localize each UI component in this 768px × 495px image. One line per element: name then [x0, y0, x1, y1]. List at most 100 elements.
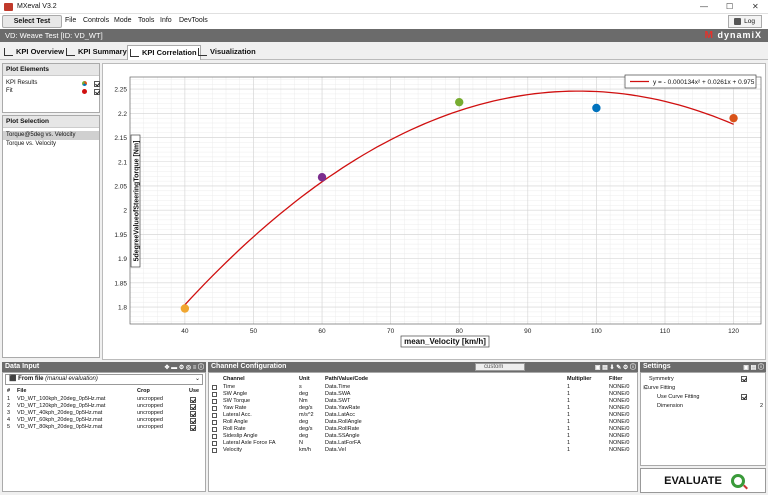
channel-filter[interactable]: NONE/0: [609, 426, 629, 433]
settings-row[interactable]: ⊟ Curve Fitting: [641, 384, 765, 393]
tab-kpi-correlation[interactable]: KPI Correlation: [127, 45, 201, 60]
table-row[interactable]: Lateral Acc. m/s^2 Data.LatAcc 1 NONE/0: [209, 412, 637, 419]
channel-path[interactable]: Data.LatAcc: [325, 412, 355, 419]
channel-path[interactable]: Data.Time: [325, 384, 350, 391]
channel-filter[interactable]: NONE/0: [609, 384, 629, 391]
download-icon[interactable]: ⬇: [610, 365, 615, 371]
info-icon[interactable]: ⓘ: [198, 365, 204, 371]
settings-row[interactable]: Use Curve Fitting: [641, 393, 765, 402]
channel-multiplier[interactable]: 1: [567, 405, 570, 412]
channel-multiplier[interactable]: 1: [567, 440, 570, 447]
expand-icon[interactable]: [212, 405, 217, 411]
expand-icon[interactable]: [212, 433, 217, 439]
channel-filter[interactable]: NONE/0: [609, 447, 629, 454]
close-icon[interactable]: ✕: [752, 2, 759, 11]
channel-multiplier[interactable]: 1: [567, 412, 570, 419]
channel-path[interactable]: Data.Vel: [325, 447, 346, 454]
table-row[interactable]: SW Angle deg Data.SWA 1 NONE/0: [209, 391, 637, 398]
menu-info[interactable]: Info: [160, 17, 172, 24]
channel-multiplier[interactable]: 1: [567, 384, 570, 391]
table-row[interactable]: Time s Data.Time 1 NONE/0: [209, 384, 637, 391]
menu-controls[interactable]: Controls: [83, 17, 109, 24]
use-checkbox[interactable]: [190, 410, 196, 417]
channel-multiplier[interactable]: 1: [567, 426, 570, 433]
channel-path[interactable]: Data.LatForFA: [325, 440, 361, 447]
table-row[interactable]: Yaw Rate deg/s Data.YawRate 1 NONE/0: [209, 405, 637, 412]
plot-selection-item[interactable]: Torque vs. Velocity: [3, 140, 99, 149]
channel-filter[interactable]: NONE/0: [609, 412, 629, 419]
channel-filter[interactable]: NONE/0: [609, 391, 629, 398]
channel-filter[interactable]: NONE/0: [609, 433, 629, 440]
maximize-icon[interactable]: ☐: [726, 2, 733, 11]
data-point[interactable]: [317, 173, 327, 182]
expand-icon[interactable]: [212, 426, 217, 432]
menu-devtools[interactable]: DevTools: [179, 17, 208, 24]
data-point[interactable]: [592, 103, 601, 113]
setting-value[interactable]: 2: [760, 402, 763, 411]
expand-icon[interactable]: [212, 384, 217, 390]
save-icon[interactable]: ▣: [595, 365, 601, 371]
settings-row[interactable]: Symmetry: [641, 375, 765, 384]
data-point[interactable]: [455, 97, 464, 107]
table-row[interactable]: 3 VD_WT_40kph_20deg_0p5Hz.mat uncropped: [3, 410, 205, 417]
tab-kpi-summary[interactable]: KPI Summary: [64, 45, 130, 60]
menu-file[interactable]: File: [65, 17, 76, 24]
table-row[interactable]: 5 VD_WT_80kph_20deg_0p5Hz.mat uncropped: [3, 424, 205, 431]
table-row[interactable]: Roll Angle deg Data.RollAngle 1 NONE/0: [209, 419, 637, 426]
setting-checkbox[interactable]: [741, 376, 747, 382]
expand-icon[interactable]: [212, 419, 217, 425]
table-row[interactable]: Lateral Axle Force FA N Data.LatForFA 1 NONE…: [209, 440, 637, 447]
edit-icon[interactable]: ✎: [616, 365, 621, 371]
settings-icon[interactable]: ⚙: [623, 365, 628, 371]
folder-icon[interactable]: ▬: [171, 365, 177, 371]
use-checkbox[interactable]: [190, 403, 196, 410]
expand-icon[interactable]: [212, 447, 217, 453]
data-point[interactable]: [180, 304, 190, 313]
expand-icon[interactable]: [212, 398, 217, 404]
table-row[interactable]: SW Torque Nm Data.SWT 1 NONE/0: [209, 398, 637, 405]
info-icon[interactable]: ⓘ: [630, 365, 636, 371]
crosshair-icon[interactable]: ✥: [164, 365, 169, 371]
channel-multiplier[interactable]: 1: [567, 419, 570, 426]
setting-checkbox[interactable]: [741, 394, 747, 400]
select-test-button[interactable]: Select Test: [2, 15, 62, 28]
use-checkbox[interactable]: [190, 424, 196, 431]
table-row[interactable]: Roll Rate deg/s Data.RollRate 1 NONE/0: [209, 426, 637, 433]
use-checkbox[interactable]: [190, 417, 196, 424]
tab-kpi-overview[interactable]: KPI Overview: [2, 45, 67, 60]
evaluate-button[interactable]: EVALUATE: [640, 468, 766, 493]
open-icon[interactable]: ▤: [602, 365, 608, 371]
target-icon[interactable]: ◎: [186, 365, 191, 371]
gear-icon[interactable]: ⚙: [179, 365, 184, 371]
data-point[interactable]: [729, 113, 738, 123]
channel-path[interactable]: Data.SWA: [325, 391, 350, 398]
table-row[interactable]: 4 VD_WT_60kph_20deg_0p5Hz.mat uncropped: [3, 417, 205, 424]
minimize-icon[interactable]: —: [700, 2, 708, 11]
use-checkbox[interactable]: [190, 396, 196, 403]
expand-icon[interactable]: [212, 440, 217, 446]
plot-selection-item[interactable]: Torque@5deg vs. Velocity: [3, 131, 99, 140]
settings-row[interactable]: Dimension 2: [641, 402, 765, 411]
channel-multiplier[interactable]: 1: [567, 447, 570, 454]
source-select[interactable]: ⬛ From file (manual evaluation) ⌄: [5, 374, 203, 385]
table-row[interactable]: 2 VD_WT_120kph_20deg_0p5Hz.mat uncropped: [3, 403, 205, 410]
table-row[interactable]: Sideslip Angle deg Data.SSAngle 1 NONE/0: [209, 433, 637, 440]
log-button[interactable]: Log: [728, 15, 762, 28]
channel-filter[interactable]: NONE/0: [609, 419, 629, 426]
expand-icon[interactable]: [212, 391, 217, 397]
channel-path[interactable]: Data.YawRate: [325, 405, 360, 412]
table-row[interactable]: Velocity km/h Data.Vel 1 NONE/0: [209, 447, 637, 454]
info-icon[interactable]: ⓘ: [758, 365, 764, 371]
channel-multiplier[interactable]: 1: [567, 391, 570, 398]
table-row[interactable]: 1 VD_WT_100kph_20deg_0p5Hz.mat uncropped: [3, 396, 205, 403]
channel-path[interactable]: Data.SSAngle: [325, 433, 360, 440]
save-icon[interactable]: ▣: [743, 365, 749, 371]
list-icon[interactable]: ≡: [193, 365, 197, 371]
fit-checkbox[interactable]: [94, 89, 100, 95]
channel-filter[interactable]: NONE/0: [609, 440, 629, 447]
tab-visualization[interactable]: Visualization: [196, 45, 259, 60]
open-icon[interactable]: ▤: [751, 365, 757, 371]
channel-filter[interactable]: NONE/0: [609, 398, 629, 405]
menu-mode[interactable]: Mode: [114, 17, 132, 24]
channel-path[interactable]: Data.RollRate: [325, 426, 359, 433]
